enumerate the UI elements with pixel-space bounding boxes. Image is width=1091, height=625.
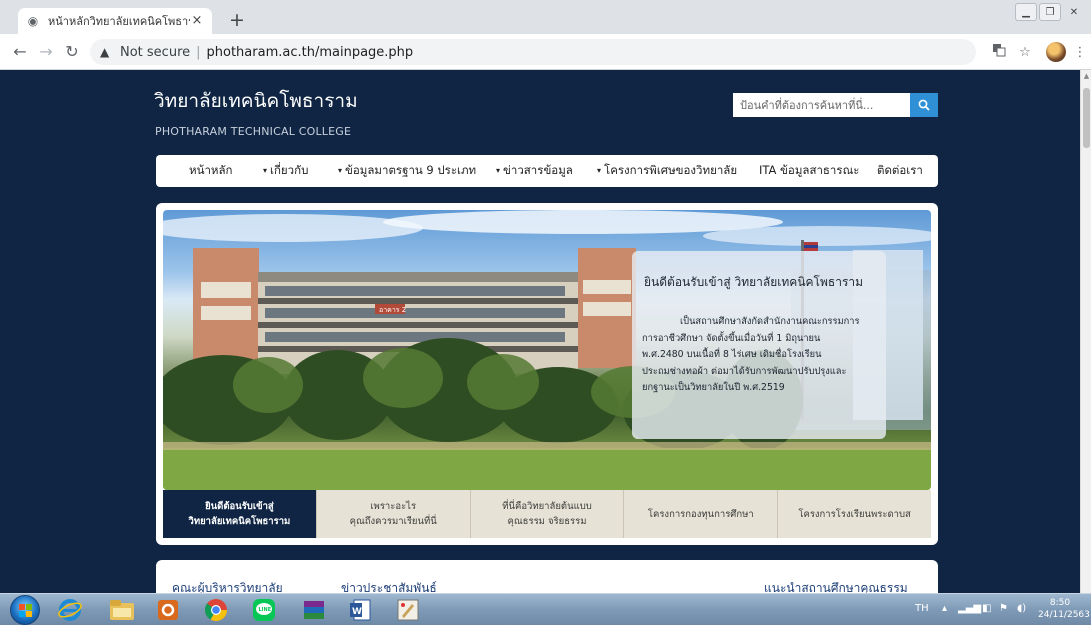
action-center-icon[interactable]: ⚑: [999, 603, 1008, 614]
windows-logo-icon: [19, 604, 32, 617]
slider-tab-pradabos[interactable]: โครงการโรงเรียนพระดาบส: [778, 490, 931, 538]
outlook-icon[interactable]: [148, 597, 188, 623]
link-moral-school[interactable]: แนะนำสถานศึกษาคุณธรรม: [764, 579, 908, 593]
bottom-links-card: คณะผู้บริหารวิทยาลัย ข่าวประชาสัมพันธ์ แ…: [156, 560, 938, 593]
main-navigation: หน้าหลัก ▾ เกี่ยวกับ ▾ ข้อมูลมาตรฐาน 9 ประ…: [156, 155, 938, 187]
maximize-icon[interactable]: ❐: [1039, 3, 1061, 21]
new-tab-button[interactable]: +: [226, 9, 248, 31]
browser-chrome: ◉ หน้าหลักวิทยาลัยเทคนิคโพธาราม × + ▁ ❐ …: [0, 0, 1091, 70]
winrar-icon[interactable]: [294, 597, 334, 623]
tab-strip: ◉ หน้าหลักวิทยาลัยเทคนิคโพธาราม × + ▁ ❐ …: [0, 0, 1091, 34]
hero-line: การอาชีวศึกษา จัดตั้งขึ้นเมื่อวันที่ 1 ม…: [642, 332, 821, 344]
slider-tab-model-college[interactable]: ที่นี่คือวิทยาลัยต้นแบบ คุณธรรม จริยธรรม: [470, 490, 625, 538]
hero-line: ยกฐานะเป็นวิทยาลัยในปี พ.ศ.2519: [642, 382, 785, 394]
hero-line: ประถมช่างทอผ้า ต่อมาได้รับการพัฒนาปรับปร…: [642, 365, 847, 377]
slider-tab-welcome[interactable]: ยินดีต้อนรับเข้าสู่ วิทยาลัยเทคนิคโพธารา…: [163, 490, 317, 538]
nav-item-ita[interactable]: ITA ข้อมูลสาธารณะ: [756, 162, 874, 180]
scroll-thumb[interactable]: [1083, 88, 1090, 148]
word-icon[interactable]: W: [340, 597, 380, 623]
nav-item-contact[interactable]: ติดต่อเรา: [874, 162, 923, 180]
svg-text:LINE: LINE: [259, 607, 272, 613]
globe-icon: ◉: [27, 14, 39, 28]
paint-icon[interactable]: [388, 597, 428, 623]
bookmark-star-icon[interactable]: ☆: [1016, 43, 1034, 63]
slider-tab-why-study[interactable]: เพราะอะไร คุณถึงควรมาเรียนที่นี่: [316, 490, 471, 538]
svg-text:W: W: [352, 607, 362, 617]
hero-card: อาคาร 2 ยินดีต้อนรับเข้าสู่ วิทยาลัยเทคน…: [156, 203, 938, 545]
browser-tab-active[interactable]: ◉ หน้าหลักวิทยาลัยเทคนิคโพธาราม ×: [18, 8, 212, 34]
file-explorer-icon[interactable]: [102, 597, 142, 623]
language-indicator[interactable]: TH: [915, 603, 929, 614]
slider-tab-line: โครงการโรงเรียนพระดาบส: [798, 508, 911, 520]
clock-date: 24/11/2563: [1038, 610, 1090, 620]
search-icon: [918, 99, 930, 111]
windows-taskbar: LINE W TH ▴ ▂▄▆ ◧ ⚑ ◖) 8:50 24/11/2563: [0, 593, 1091, 625]
hero-heading: ยินดีต้อนรับเข้าสู่ วิทยาลัยเทคนิคโพธารา…: [644, 275, 864, 289]
slider-tab-line: ที่นี่คือวิทยาลัยต้นแบบ: [502, 501, 592, 512]
omnibox-separator: |: [196, 44, 201, 60]
search-input[interactable]: [733, 93, 910, 117]
slider-tab-line: ยินดีต้อนรับเข้าสู่: [205, 501, 274, 512]
start-button[interactable]: [10, 595, 40, 625]
slider-tab-line: คุณธรรม จริยธรรม: [507, 516, 587, 527]
url-text[interactable]: photharam.ac.th/mainpage.php: [207, 45, 414, 60]
building-sign: อาคาร 2: [379, 306, 406, 314]
tab-title: หน้าหลักวิทยาลัยเทคนิคโพธาราม: [48, 15, 190, 28]
minimize-icon[interactable]: ▁: [1015, 3, 1037, 21]
slider-tab-scholarship[interactable]: โครงการกองทุนการศึกษา: [624, 490, 779, 538]
slider-tab-line: วิทยาลัยเทคนิคโพธาราม: [188, 516, 291, 527]
internet-explorer-icon[interactable]: [50, 597, 90, 623]
close-window-icon[interactable]: ✕: [1063, 3, 1085, 21]
nav-item-home[interactable]: หน้าหลัก: [186, 162, 263, 180]
web-page: วิทยาลัยเทคนิคโพธาราม PHOTHARAM TECHNICA…: [0, 70, 1080, 593]
volume-icon[interactable]: ◖): [1017, 603, 1026, 614]
hero-line: พ.ศ.2480 บนเนื้อที่ 8 ไร่เศษ เดิมชื่อโรง…: [642, 349, 822, 361]
nav-item-about[interactable]: ▾ เกี่ยวกับ: [263, 162, 338, 180]
reload-icon[interactable]: ↻: [62, 42, 82, 62]
clock-time: 8:50: [1049, 598, 1071, 608]
nav-item-news[interactable]: ▾ ข่าวสารข้อมูล: [496, 162, 597, 180]
window-controls: ▁ ❐ ✕: [1013, 3, 1085, 23]
link-administrators[interactable]: คณะผู้บริหารวิทยาลัย: [172, 579, 283, 593]
warning-triangle-icon[interactable]: ▲: [100, 45, 114, 59]
hero-description: เป็นสถานศึกษาสังกัดสำนักงานคณะกรรมการ กา…: [642, 314, 878, 397]
site-subtitle: PHOTHARAM TECHNICAL COLLEGE: [155, 125, 352, 138]
slider-tab-line: โครงการกองทุนการศึกษา: [647, 508, 754, 520]
site-title[interactable]: วิทยาลัยเทคนิคโพธาราม: [154, 86, 358, 116]
forward-arrow-icon[interactable]: →: [36, 42, 56, 62]
show-hidden-icons-icon[interactable]: ▴: [942, 603, 947, 614]
menu-kebab-icon[interactable]: ⋮: [1073, 43, 1087, 63]
browser-toolbar: ← → ↻ ▲ Not secure | photharam.ac.th/mai…: [0, 34, 1091, 70]
link-news[interactable]: ข่าวประชาสัมพันธ์: [341, 579, 437, 593]
network-status-icon[interactable]: ◧: [982, 603, 991, 614]
search-form: [733, 93, 938, 117]
page-scrollbar[interactable]: ▲: [1080, 70, 1091, 593]
back-arrow-icon[interactable]: ←: [10, 42, 30, 62]
system-clock[interactable]: 8:50 24/11/2563: [1038, 597, 1090, 621]
slider-tab-line: เพราะอะไร: [370, 501, 417, 512]
slider-tab-bar: ยินดีต้อนรับเข้าสู่ วิทยาลัยเทคนิคโพธารา…: [163, 490, 931, 538]
slider-tab-line: คุณถึงควรมาเรียนที่นี่: [349, 516, 437, 527]
line-app-icon[interactable]: LINE: [244, 597, 284, 623]
translate-icon[interactable]: [990, 43, 1008, 63]
nav-item-special-projects[interactable]: ▾ โครงการพิเศษของวิทยาลัย: [597, 162, 756, 180]
network-signal-icon[interactable]: ▂▄▆: [958, 603, 981, 614]
chrome-icon[interactable]: [196, 597, 236, 623]
security-status[interactable]: Not secure: [120, 45, 190, 60]
tab-close-button[interactable]: ×: [190, 14, 204, 28]
search-button[interactable]: [910, 93, 938, 117]
hero-line: เป็นสถานศึกษาสังกัดสำนักงานคณะกรรมการ: [680, 316, 860, 327]
address-bar[interactable]: ▲ Not secure | photharam.ac.th/mainpage.…: [90, 39, 976, 65]
nav-item-standards[interactable]: ▾ ข้อมูลมาตรฐาน 9 ประเภท: [338, 162, 496, 180]
scroll-up-icon[interactable]: ▲: [1082, 72, 1091, 81]
profile-avatar[interactable]: [1046, 42, 1066, 62]
